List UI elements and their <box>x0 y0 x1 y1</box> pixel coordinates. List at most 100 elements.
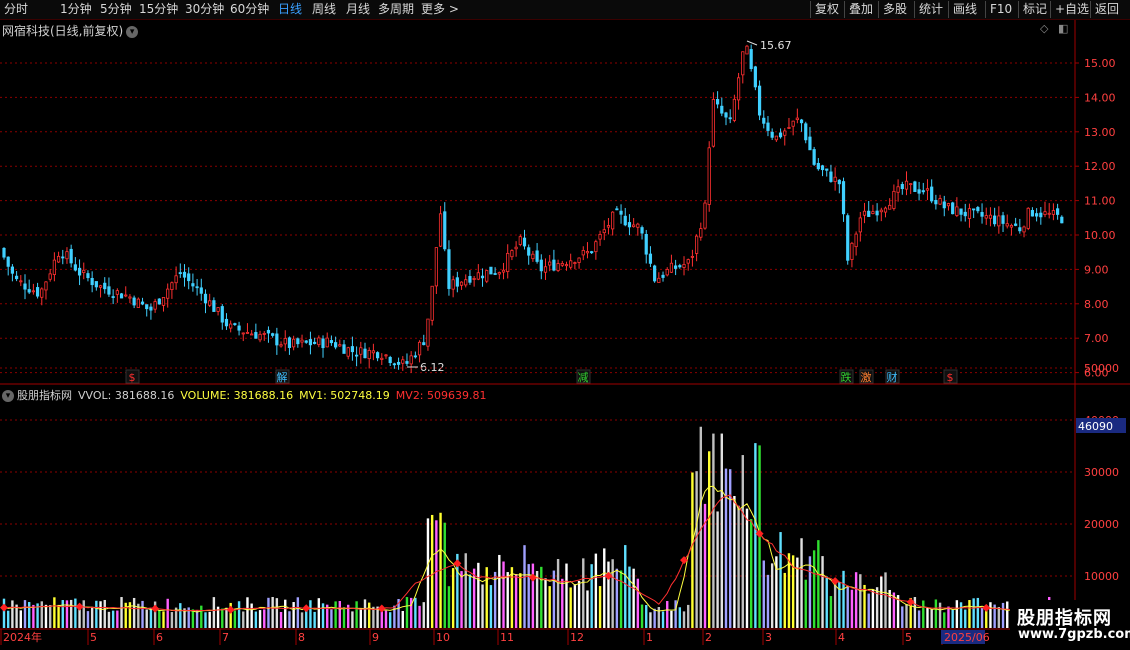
candle-body <box>703 202 707 229</box>
volume-bar <box>237 601 241 628</box>
candle-body <box>535 250 539 262</box>
volume-bar <box>922 600 925 628</box>
volume-bar <box>288 611 291 628</box>
candle-body <box>909 183 913 186</box>
volume-bar <box>485 567 488 628</box>
candle-body <box>308 339 313 346</box>
volume-bar <box>947 606 950 628</box>
candle-body <box>438 213 443 247</box>
candle-body <box>170 282 174 291</box>
volume-tick-label: 20000 <box>1084 518 1119 531</box>
candle-body <box>56 255 61 263</box>
candle-body <box>216 307 220 312</box>
candle-body <box>661 274 665 278</box>
kline-canvas[interactable]: 15.00 14.00 13.00 12.00 11.00 10.00 9.00 8.00 7.… <box>0 0 1130 650</box>
volume-bar <box>510 567 514 628</box>
volume-bar <box>930 609 933 628</box>
chevron-down-icon[interactable]: ▾ <box>2 390 14 402</box>
volume-bar <box>867 593 870 628</box>
x-axis-label: 7 <box>222 631 229 644</box>
candle-body <box>1047 212 1051 215</box>
candle-body <box>346 347 350 357</box>
candle-body <box>140 301 145 305</box>
signal-diamond <box>377 604 386 613</box>
volume-bar <box>267 597 270 628</box>
candle-body <box>883 207 888 213</box>
volume-bar <box>6 610 10 628</box>
candle-body <box>1056 208 1060 215</box>
high-pointer <box>746 40 758 46</box>
candle-body <box>715 99 720 105</box>
volume-bar <box>624 545 627 628</box>
candle-body <box>858 217 862 233</box>
candle-body <box>98 285 103 288</box>
volume-bar <box>590 564 593 628</box>
candle-body <box>23 283 27 290</box>
candle-body <box>564 264 569 267</box>
volume-tick-label: 50000 <box>1084 362 1119 375</box>
candle-body <box>778 132 783 138</box>
candle-body <box>355 354 359 357</box>
candle-body <box>237 325 241 331</box>
candle-body <box>44 281 48 291</box>
volume-bar <box>132 597 136 628</box>
volume-bar <box>61 600 64 628</box>
candle-body <box>867 210 871 217</box>
signal-diamond <box>75 602 84 611</box>
volume-bar <box>460 571 463 628</box>
candle-body <box>485 270 489 282</box>
volume-value: VOLUME: 381688.16 <box>180 389 294 402</box>
volume-bar <box>917 610 921 628</box>
price-tick-label: 11.00 <box>1084 195 1116 208</box>
volume-bar <box>334 601 337 628</box>
volume-bar <box>464 553 467 628</box>
volume-bar <box>611 559 614 628</box>
candle-body <box>841 181 846 215</box>
volume-bar <box>116 610 119 628</box>
candle-body <box>577 257 581 263</box>
volume-bar <box>817 540 820 628</box>
volume-bar <box>275 598 279 628</box>
candle-body <box>1001 215 1005 224</box>
volume-bars <box>2 426 1064 628</box>
candle-body <box>808 136 812 151</box>
candle-body <box>493 273 497 275</box>
candle-body <box>669 262 674 273</box>
candle-body <box>581 250 585 256</box>
candle-body <box>119 293 124 299</box>
volume-bar <box>645 605 648 628</box>
price-tick-label: 10.00 <box>1084 229 1116 242</box>
volume-bar <box>107 611 111 628</box>
candle-body <box>199 287 203 294</box>
x-axis-label: 8 <box>298 631 305 644</box>
volume-bar <box>964 609 967 628</box>
volume-bar <box>367 602 371 628</box>
candle-body <box>644 234 648 255</box>
candle-body <box>426 318 430 347</box>
candle-body <box>1035 213 1039 217</box>
candle-body <box>329 340 334 344</box>
candle-body <box>946 203 951 207</box>
volume-bar <box>884 572 887 628</box>
signal-diamond <box>831 577 840 586</box>
volume-bar <box>103 599 106 628</box>
volume-bar <box>23 600 27 628</box>
candle-body <box>997 215 1001 227</box>
volume-bar <box>363 599 367 628</box>
candle-body <box>287 337 292 348</box>
volume-bar <box>724 468 728 628</box>
candle-body <box>757 85 762 116</box>
volume-bar <box>535 571 539 628</box>
volume-bar <box>191 609 195 628</box>
candle-body <box>799 119 804 124</box>
volume-bar <box>422 602 425 628</box>
candle-body <box>539 259 543 272</box>
candle-body <box>380 357 384 360</box>
candle-body <box>695 235 699 254</box>
volume-bar <box>313 611 316 628</box>
candle-body <box>1026 207 1030 229</box>
volume-bar <box>372 606 375 628</box>
candle-body <box>875 210 879 216</box>
volume-bar <box>565 563 568 628</box>
candle-body <box>136 298 140 308</box>
